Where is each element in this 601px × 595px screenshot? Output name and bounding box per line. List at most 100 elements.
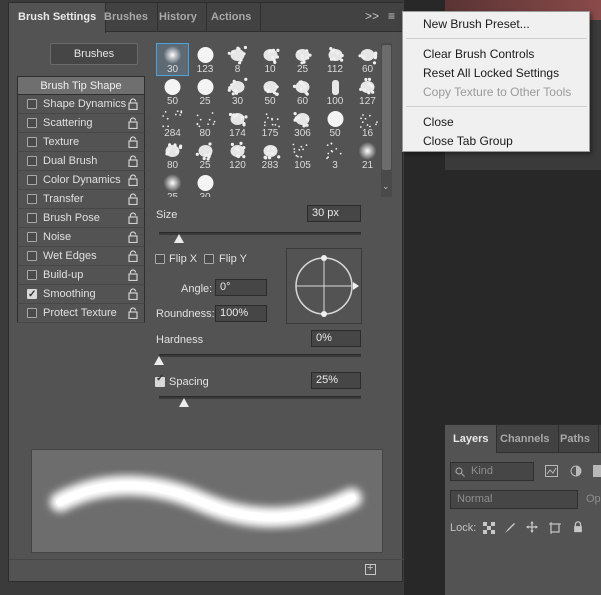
brush-shape-preview-icon[interactable] — [287, 249, 363, 325]
scroll-thumb[interactable] — [382, 45, 391, 170]
lock-all-icon[interactable] — [572, 521, 584, 533]
brush-preset[interactable]: 174 — [222, 108, 253, 139]
angle-roundness-widget[interactable] — [286, 248, 362, 324]
brush-option-brush-pose[interactable]: Brush Pose — [17, 209, 145, 228]
lock-artboard-icon[interactable] — [549, 522, 561, 534]
brush-preset[interactable]: 60 — [352, 44, 378, 75]
brush-preset[interactable]: 80 — [157, 140, 188, 171]
brush-preset[interactable]: 10 — [255, 44, 286, 75]
brush-preset[interactable]: 25 — [190, 140, 221, 171]
brush-preset[interactable]: 25 — [190, 76, 221, 107]
option-checkbox[interactable] — [27, 118, 37, 128]
type-filter-icon[interactable] — [593, 465, 601, 477]
brush-option-color-dynamics[interactable]: Color Dynamics — [17, 171, 145, 190]
brush-option-transfer[interactable]: Transfer — [17, 190, 145, 209]
hardness-field[interactable]: 0% — [311, 330, 361, 347]
brush-preset[interactable]: 3 — [320, 140, 351, 171]
size-slider-track[interactable] — [159, 232, 361, 235]
tab-brush-settings[interactable]: Brush Settings — [9, 3, 107, 33]
option-checkbox[interactable] — [27, 232, 37, 242]
brush-preset[interactable]: 16 — [352, 108, 378, 139]
option-checkbox[interactable] — [27, 175, 37, 185]
brush-preset[interactable]: 123 — [190, 44, 221, 75]
scroll-down-icon[interactable]: ⌄ — [382, 181, 390, 192]
menu-item-reset-locked-settings[interactable]: Reset All Locked Settings — [423, 66, 559, 80]
brush-preset[interactable]: 80 — [190, 108, 221, 139]
brush-option-wet-edges[interactable]: Wet Edges — [17, 247, 145, 266]
adjustment-filter-icon[interactable] — [570, 465, 582, 477]
brush-preset[interactable]: 25 — [287, 44, 318, 75]
spacing-slider-track[interactable] — [159, 396, 361, 399]
lock-icon[interactable] — [128, 307, 138, 319]
lock-image-pixels-icon[interactable] — [504, 522, 516, 534]
menu-item-close[interactable]: Close — [423, 115, 454, 129]
brush-preset[interactable]: 30 — [156, 43, 189, 76]
brush-preset[interactable]: 175 — [255, 108, 286, 139]
collapse-icon[interactable]: >> — [365, 9, 379, 23]
flip-x-checkbox[interactable] — [155, 254, 165, 264]
blend-mode-select[interactable]: Normal — [450, 490, 578, 509]
brush-preset[interactable]: 30 — [222, 76, 253, 107]
option-checkbox[interactable] — [27, 285, 37, 304]
image-filter-icon[interactable] — [545, 465, 558, 477]
menu-item-clear-brush-controls[interactable]: Clear Brush Controls — [423, 47, 534, 61]
create-new-brush-icon[interactable] — [365, 562, 376, 575]
brush-preset[interactable]: 105 — [287, 140, 318, 171]
brush-preset[interactable]: 60 — [287, 76, 318, 107]
spacing-field[interactable]: 25% — [311, 372, 361, 389]
lock-icon[interactable] — [128, 136, 138, 148]
size-field[interactable]: 30 px — [307, 205, 361, 222]
lock-position-icon[interactable] — [526, 521, 538, 533]
option-checkbox[interactable] — [27, 213, 37, 223]
brush-option-dual-brush[interactable]: Dual Brush — [17, 152, 145, 171]
lock-icon[interactable] — [128, 212, 138, 224]
brush-option-smoothing[interactable]: Smoothing — [17, 285, 145, 304]
tab-layers[interactable]: Layers — [445, 425, 498, 453]
brush-preset[interactable]: 127 — [352, 76, 378, 107]
lock-icon[interactable] — [128, 193, 138, 205]
brush-preset[interactable]: 50 — [255, 76, 286, 107]
tab-paths[interactable]: Paths — [552, 425, 599, 453]
brush-option-noise[interactable]: Noise — [17, 228, 145, 247]
lock-icon[interactable] — [128, 250, 138, 262]
flip-y-checkbox[interactable] — [204, 254, 214, 264]
menu-item-new-brush-preset[interactable]: New Brush Preset... — [423, 17, 530, 31]
brush-preset[interactable]: 120 — [222, 140, 253, 171]
panel-menu-icon[interactable]: ≡ — [388, 9, 395, 23]
angle-field[interactable]: 0° — [215, 279, 267, 296]
brush-preset[interactable]: 50 — [320, 108, 351, 139]
brush-option-protect-texture[interactable]: Protect Texture — [17, 304, 145, 323]
brush-preset[interactable]: 283 — [255, 140, 286, 171]
brush-preset[interactable]: 112 — [320, 44, 351, 75]
lock-icon[interactable] — [128, 98, 138, 110]
lock-icon[interactable] — [128, 155, 138, 167]
option-checkbox[interactable] — [27, 270, 37, 280]
tab-brushes[interactable]: Brushes — [95, 3, 159, 32]
brush-preset[interactable]: 21 — [352, 140, 378, 171]
hardness-slider-track[interactable] — [159, 354, 361, 357]
option-checkbox[interactable] — [27, 308, 37, 318]
brushes-button[interactable]: Brushes — [50, 43, 138, 65]
size-slider-knob[interactable] — [174, 234, 185, 243]
brush-preset[interactable]: 25 — [157, 172, 188, 197]
lock-transparent-pixels-icon[interactable] — [483, 522, 495, 534]
tab-actions[interactable]: Actions — [202, 3, 262, 32]
roundness-field[interactable]: 100% — [215, 305, 267, 322]
option-checkbox[interactable] — [27, 99, 37, 109]
lock-icon[interactable] — [128, 231, 138, 243]
brush-option-shape-dynamics[interactable]: Shape Dynamics — [17, 95, 145, 114]
lock-icon[interactable] — [128, 117, 138, 129]
tab-channels[interactable]: Channels — [492, 425, 559, 453]
brush-preset[interactable]: 50 — [157, 76, 188, 107]
brush-preset[interactable]: 284 — [157, 108, 188, 139]
hardness-slider-knob[interactable] — [154, 356, 164, 365]
brush-option-scattering[interactable]: Scattering — [17, 114, 145, 133]
brush-preset[interactable]: 30 — [190, 172, 221, 197]
menu-item-close-tab-group[interactable]: Close Tab Group — [423, 134, 513, 148]
option-checkbox[interactable] — [27, 137, 37, 147]
brush-preset[interactable]: 8 — [222, 44, 253, 75]
lock-icon[interactable] — [128, 288, 138, 300]
lock-icon[interactable] — [128, 269, 138, 281]
brush-preset[interactable]: 306 — [287, 108, 318, 139]
lock-icon[interactable] — [128, 174, 138, 186]
